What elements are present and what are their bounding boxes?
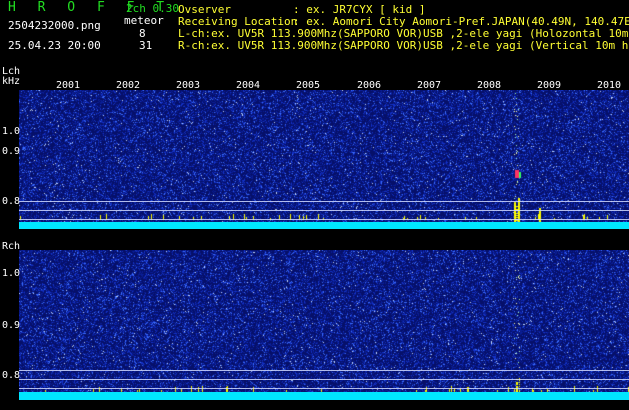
rch-ytick-1: 1.0 [2, 268, 21, 279]
lch-ytick-3: 0.8 [2, 196, 21, 207]
lch-marker-line [19, 201, 629, 202]
rch-marker-line [19, 388, 629, 389]
lch-info: L-ch:ex. UV5R 113.900Mhz(SAPPORO VOR)USB… [178, 28, 629, 40]
rch-spectrogram [19, 250, 629, 400]
rch-noise-floor [19, 392, 629, 400]
khz-label: kHz [2, 76, 21, 87]
datetime-label: 25.04.23 20:00 [8, 39, 101, 52]
lch-marker-line [19, 219, 629, 220]
lch-spectrogram [19, 90, 629, 228]
lch-marker-line [19, 210, 629, 211]
lch-ytick-1: 1.0 [2, 126, 21, 137]
lch-noise-floor [19, 222, 629, 229]
category-label: meteor [124, 14, 164, 27]
rch-marker-line [19, 370, 629, 371]
rch-label: Rch [2, 241, 21, 252]
rch-marker-line [19, 379, 629, 380]
lch-ytick-2: 0.9 [2, 146, 21, 157]
rch-ytick-3: 0.8 [2, 370, 21, 381]
location-label: Receiving Location [178, 15, 298, 28]
rch-ytick-2: 0.9 [2, 320, 21, 331]
location-value: : ex. Aomori City Aomori-Pref.JAPAN(40.4… [293, 15, 629, 28]
filename-label: 2504232000.png [8, 19, 101, 32]
rch-info: R-ch:ex. UV5R 113.900Mhz(SAPPORO VOR)USB… [178, 40, 629, 52]
count-r: 31 [139, 39, 153, 52]
